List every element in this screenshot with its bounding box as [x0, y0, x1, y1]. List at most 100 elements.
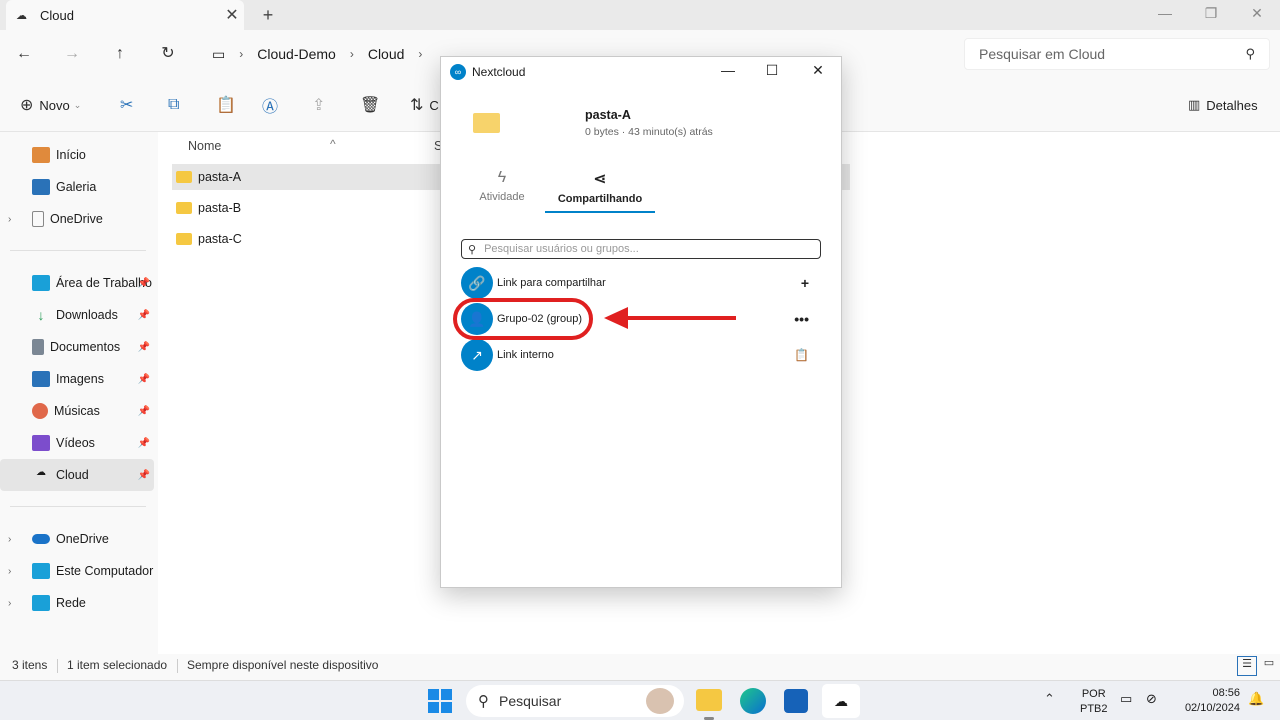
breadcrumb-item[interactable]: Cloud: [368, 46, 405, 62]
start-button[interactable]: [428, 689, 452, 713]
sidebar-item-onedrive-personal[interactable]: › OneDrive: [0, 203, 154, 235]
chevron-right-icon[interactable]: ›: [8, 534, 22, 545]
tab-sharing[interactable]: ⋖ Compartilhando: [545, 169, 655, 205]
sidebar-item-galeria[interactable]: Galeria: [0, 171, 154, 203]
shared-file-meta: 0 bytes · 43 minuto(s) atrás: [585, 126, 713, 138]
sidebar-item-desktop[interactable]: Área de Trabalho 📌: [0, 267, 154, 299]
internal-link-row[interactable]: ↗ Link interno 📋: [461, 339, 821, 371]
item-count: 3 itens: [12, 658, 48, 672]
computer-icon: ▭: [212, 45, 226, 62]
pin-icon[interactable]: 📌: [138, 278, 150, 289]
chevron-right-icon[interactable]: ›: [8, 214, 22, 225]
dialog-title-bar: ∞ Nextcloud — ☐ ✕: [441, 57, 841, 87]
chevron-down-icon: ⌄: [73, 99, 82, 110]
sidebar-item-label: OneDrive: [50, 212, 103, 226]
sidebar-item-downloads[interactable]: ↓ Downloads 📌: [0, 299, 154, 331]
share-search-input[interactable]: ⚲ Pesquisar usuários ou grupos...: [461, 239, 821, 259]
minimize-button[interactable]: —: [1142, 0, 1188, 30]
search-placeholder: Pesquisar em Cloud: [979, 46, 1106, 62]
file-explorer-taskbar-icon[interactable]: [696, 689, 722, 711]
tab-cloud[interactable]: ☁ Cloud ✕: [6, 0, 244, 30]
chevron-right-icon[interactable]: ›: [8, 566, 22, 577]
videos-icon: [32, 435, 50, 451]
add-share-link-button[interactable]: +: [801, 275, 809, 291]
breadcrumb-item[interactable]: Cloud-Demo: [257, 46, 336, 62]
pin-icon[interactable]: 📌: [138, 374, 150, 385]
sidebar-item-label: Vídeos: [56, 436, 95, 450]
up-button[interactable]: ↑: [106, 42, 134, 66]
dialog-close-button[interactable]: ✕: [806, 62, 830, 79]
file-name: pasta-A: [198, 170, 242, 184]
edge-icon[interactable]: [740, 688, 766, 714]
sidebar-item-imagens[interactable]: Imagens 📌: [0, 363, 154, 395]
new-tab-button[interactable]: +: [256, 3, 280, 27]
sidebar-item-este-computador[interactable]: › Este Computador: [0, 555, 154, 587]
close-window-button[interactable]: ✕: [1234, 0, 1280, 30]
sidebar-item-onedrive[interactable]: › OneDrive: [0, 523, 154, 555]
new-button[interactable]: ⊕ Novo ⌄: [20, 94, 81, 116]
nextcloud-taskbar-icon[interactable]: ☁: [822, 684, 860, 718]
copy-button[interactable]: ⧉: [168, 94, 185, 116]
language-indicator[interactable]: POR PTB2: [1080, 687, 1108, 717]
chevron-right-icon[interactable]: ›: [8, 598, 22, 609]
share-button[interactable]: ⇪: [312, 94, 331, 116]
sidebar-item-documentos[interactable]: Documentos 📌: [0, 331, 154, 363]
taskbar-search[interactable]: ⚲ Pesquisar: [466, 685, 684, 717]
desktop-icon: [32, 275, 50, 291]
home-icon: [32, 147, 50, 163]
sidebar-item-rede[interactable]: › Rede: [0, 587, 154, 619]
pin-icon[interactable]: 📌: [138, 438, 150, 449]
paste-button[interactable]: 📋: [216, 94, 242, 116]
pin-icon[interactable]: 📌: [138, 406, 150, 417]
plus-circle-icon: ⊕: [20, 97, 34, 114]
lightning-icon: ϟ: [497, 169, 507, 186]
cut-button[interactable]: ✂: [120, 94, 139, 116]
sidebar-item-label: OneDrive: [56, 532, 109, 546]
forward-button[interactable]: →: [58, 42, 86, 66]
display-icon[interactable]: ▭: [1120, 691, 1132, 707]
document-icon: [32, 211, 44, 227]
search-input[interactable]: Pesquisar em Cloud ⚲: [964, 38, 1270, 70]
tiles-view-button[interactable]: ▭: [1261, 656, 1277, 676]
dialog-maximize-button[interactable]: ☐: [760, 62, 784, 79]
folder-icon: [473, 113, 500, 133]
clock-time: 08:56: [1212, 687, 1240, 699]
notification-bell-icon[interactable]: 🔔: [1248, 691, 1264, 707]
sort-button[interactable]: ⇅ C: [410, 94, 439, 116]
pin-icon[interactable]: 📌: [138, 342, 150, 353]
refresh-button[interactable]: ↻: [154, 42, 182, 66]
music-icon: [32, 403, 48, 419]
pin-icon[interactable]: 📌: [138, 470, 150, 481]
rename-button[interactable]: Ⓐ: [262, 94, 284, 116]
sidebar-item-label: Documentos: [50, 340, 121, 354]
share-options-button[interactable]: •••: [794, 311, 809, 327]
nextcloud-icon: ☁: [36, 467, 46, 478]
details-button[interactable]: ▥ Detalhes: [1188, 94, 1258, 116]
dialog-minimize-button[interactable]: —: [716, 62, 740, 78]
back-button[interactable]: ←: [10, 42, 38, 66]
tab-activity[interactable]: ϟ Atividade: [477, 169, 527, 203]
chevron-up-icon[interactable]: ⌃: [1044, 691, 1055, 707]
nextcloud-icon: ☁: [16, 10, 27, 22]
sidebar-item-videos[interactable]: Vídeos 📌: [0, 427, 154, 459]
column-header-name[interactable]: Nome ^: [188, 137, 336, 153]
sidebar-item-inicio[interactable]: Início: [0, 139, 154, 171]
store-icon[interactable]: [784, 689, 808, 713]
sidebar-item-label: Cloud: [56, 468, 89, 482]
computer-icon: [32, 563, 50, 579]
details-view-button[interactable]: ☰: [1237, 656, 1257, 676]
chevron-right-icon: ›: [239, 47, 244, 61]
pin-icon[interactable]: 📌: [138, 310, 150, 321]
delete-button[interactable]: 🗑: [360, 94, 386, 116]
sidebar-item-musicas[interactable]: Músicas 📌: [0, 395, 154, 427]
sidebar-item-label: Imagens: [56, 372, 104, 386]
maximize-button[interactable]: ❐: [1188, 0, 1234, 30]
status-divider: [57, 659, 58, 673]
sidebar-item-cloud[interactable]: ☁ Cloud 📌: [0, 459, 154, 491]
clock[interactable]: 08:56 02/10/2024: [1178, 686, 1240, 716]
copy-internal-link-button[interactable]: 📋: [794, 348, 809, 362]
share-link-row[interactable]: 🔗 Link para compartilhar +: [461, 267, 821, 299]
folder-icon: [176, 233, 192, 245]
network-status-icon[interactable]: ⊘: [1146, 691, 1157, 707]
close-tab-button[interactable]: ✕: [220, 5, 244, 25]
